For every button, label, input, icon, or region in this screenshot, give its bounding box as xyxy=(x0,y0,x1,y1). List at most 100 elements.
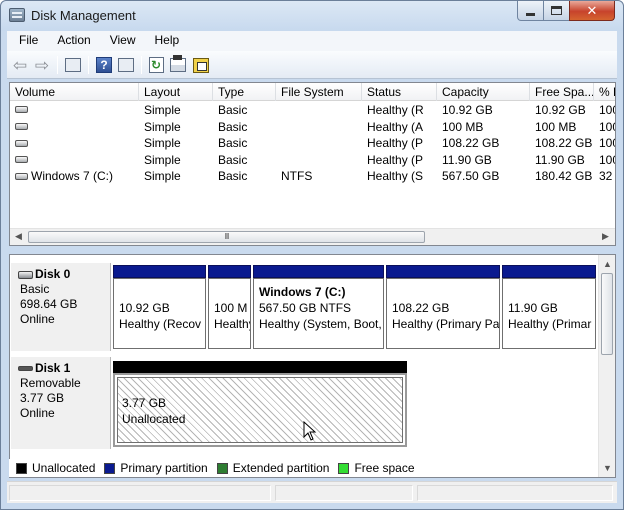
show-hide-console-tree-button[interactable] xyxy=(64,56,82,74)
partition-size: 10.92 GB xyxy=(119,301,170,315)
table-row[interactable]: Simple Basic Healthy (A 100 MB 100 MB 10… xyxy=(10,119,615,136)
disk-state: Online xyxy=(20,312,55,326)
partition-size: 3.77 GB xyxy=(122,396,167,410)
help-button[interactable]: ? xyxy=(95,56,113,74)
table-row[interactable]: Simple Basic Healthy (R 10.92 GB 10.92 G… xyxy=(10,102,615,119)
partition-status: Healthy (Primary Pa xyxy=(392,317,500,331)
column-header-capacity[interactable]: Capacity xyxy=(437,83,530,101)
disk-management-app-icon[interactable] xyxy=(9,8,25,22)
type-cell: Basic xyxy=(218,103,248,117)
column-header-volume[interactable]: Volume xyxy=(10,83,139,101)
partition-body: 100 M Healthy xyxy=(208,278,251,349)
percent-free-cell: 100 xyxy=(599,103,615,117)
column-header-status[interactable]: Status xyxy=(362,83,437,101)
maximize-icon xyxy=(551,6,562,15)
percent-free-cell: 100 xyxy=(599,152,615,167)
partition-size: 100 M xyxy=(214,301,248,315)
scroll-down-icon[interactable]: ▼ xyxy=(603,463,612,473)
column-header-type[interactable]: Type xyxy=(213,83,276,101)
type-cell: Basic xyxy=(218,136,248,151)
free-space-cell: 180.42 GB xyxy=(535,169,593,184)
partition-status: Healthy xyxy=(214,317,251,331)
table-row[interactable]: Simple Basic Healthy (P 108.22 GB 108.22… xyxy=(10,135,615,152)
file-system-cell xyxy=(276,102,362,118)
title-bar[interactable]: Disk Management ✕ xyxy=(1,1,623,31)
show-hide-action-pane-icon xyxy=(118,58,134,72)
disk-settings-button[interactable] xyxy=(192,56,210,74)
vertical-scroll-thumb[interactable] xyxy=(601,273,613,355)
layout-cell: Simple xyxy=(144,103,181,117)
close-button[interactable]: ✕ xyxy=(569,1,615,21)
disk-graphical-view[interactable]: Disk 0 Basic 698.64 GB Online 10.92 GB H… xyxy=(9,254,616,478)
type-cell: Basic xyxy=(218,119,248,134)
scroll-left-icon[interactable]: ◀ xyxy=(15,231,22,242)
legend-item: Unallocated xyxy=(16,461,95,475)
capacity-cell: 567.50 GB xyxy=(442,169,500,184)
horizontal-scroll-thumb[interactable]: III xyxy=(28,231,425,243)
menu-bar: File Action View Help xyxy=(7,31,617,51)
refresh-button[interactable]: ↻ xyxy=(147,56,165,74)
partition-body: 108.22 GB Healthy (Primary Pa xyxy=(386,278,500,349)
disk-0-label[interactable]: Disk 0 Basic 698.64 GB Online xyxy=(11,263,111,351)
removable-disk-icon xyxy=(18,366,33,372)
volume-list[interactable]: Volume Layout Type File System Status Ca… xyxy=(9,82,616,246)
partition-status: Healthy (Primar xyxy=(508,317,592,331)
partition-status: Unallocated xyxy=(122,412,186,426)
partition-primary-3[interactable]: 108.22 GB Healthy (Primary Pa xyxy=(386,265,500,349)
free-space-cell: 108.22 GB xyxy=(535,136,593,151)
partition-primary-4[interactable]: 11.90 GB Healthy (Primar xyxy=(502,265,596,349)
unallocated-bar xyxy=(113,361,407,373)
partition-unallocated[interactable]: 3.77 GB Unallocated xyxy=(113,373,407,447)
vertical-scrollbar[interactable]: ▲ ▼ xyxy=(598,255,615,477)
legend-item: Primary partition xyxy=(104,461,208,475)
partition-body: Windows 7 (C:) 567.50 GB NTFS Healthy (S… xyxy=(253,278,384,349)
primary-partition-bar xyxy=(386,265,500,278)
show-hide-console-tree-icon xyxy=(65,58,81,72)
horizontal-scrollbar[interactable]: ◀ III ▶ xyxy=(10,228,615,245)
partition-recovery[interactable]: 10.92 GB Healthy (Recov xyxy=(113,265,206,349)
forward-button[interactable]: ⇨ xyxy=(33,56,51,74)
column-header-free-space[interactable]: Free Spa... xyxy=(530,83,594,101)
volume-icon xyxy=(15,122,28,130)
unallocated-space: 3.77 GB Unallocated xyxy=(117,377,403,443)
primary-partition-bar xyxy=(208,265,251,278)
column-header-percent-free[interactable]: % F xyxy=(594,83,615,101)
menu-action[interactable]: Action xyxy=(45,31,97,51)
partition-system-reserved[interactable]: 100 M Healthy xyxy=(208,265,251,349)
column-header-layout[interactable]: Layout xyxy=(139,83,213,101)
help-icon: ? xyxy=(96,57,112,73)
volume-cell xyxy=(10,152,139,168)
properties-button[interactable] xyxy=(169,55,187,74)
partition-windows-7[interactable]: Windows 7 (C:) 567.50 GB NTFS Healthy (S… xyxy=(253,265,384,349)
disk-1-label[interactable]: Disk 1 Removable 3.77 GB Online xyxy=(11,357,111,449)
layout-cell: Simple xyxy=(144,169,181,184)
free-space-cell: 10.92 GB xyxy=(535,103,586,117)
disk-size: 698.64 GB xyxy=(20,297,78,311)
file-system-cell xyxy=(276,135,362,151)
minimize-button[interactable] xyxy=(517,1,544,21)
capacity-cell: 10.92 GB xyxy=(442,103,493,117)
table-row[interactable]: Windows 7 (C:) Simple Basic NTFS Healthy… xyxy=(10,168,615,185)
file-system-cell xyxy=(276,152,362,168)
menu-file[interactable]: File xyxy=(7,31,45,51)
scroll-up-icon[interactable]: ▲ xyxy=(603,259,612,269)
menu-help[interactable]: Help xyxy=(143,31,187,51)
disk-kind: Basic xyxy=(20,282,50,296)
table-row[interactable]: Simple Basic Healthy (P 11.90 GB 11.90 G… xyxy=(10,152,615,169)
volume-icon xyxy=(15,156,28,164)
disk-management-window: Disk Management ✕ File Action View Help … xyxy=(0,0,624,510)
show-hide-action-pane-button[interactable] xyxy=(117,56,135,74)
forward-arrow-icon: ⇨ xyxy=(34,55,50,75)
volume-cell: Windows 7 (C:) xyxy=(10,168,139,184)
disk-name: Disk 1 xyxy=(35,361,71,375)
toolbar: ⇦ ⇨ ? ↻ xyxy=(7,51,617,79)
column-header-file-system[interactable]: File System xyxy=(276,83,362,101)
menu-view[interactable]: View xyxy=(98,31,143,51)
legend-swatch-unallocated xyxy=(16,462,27,474)
maximize-button[interactable] xyxy=(543,1,570,21)
back-button[interactable]: ⇦ xyxy=(11,56,29,74)
status-cell: Healthy (P xyxy=(367,136,424,151)
status-pane xyxy=(275,485,413,501)
partition-size: 567.50 GB NTFS xyxy=(259,301,352,315)
scroll-right-icon[interactable]: ▶ xyxy=(602,231,609,242)
